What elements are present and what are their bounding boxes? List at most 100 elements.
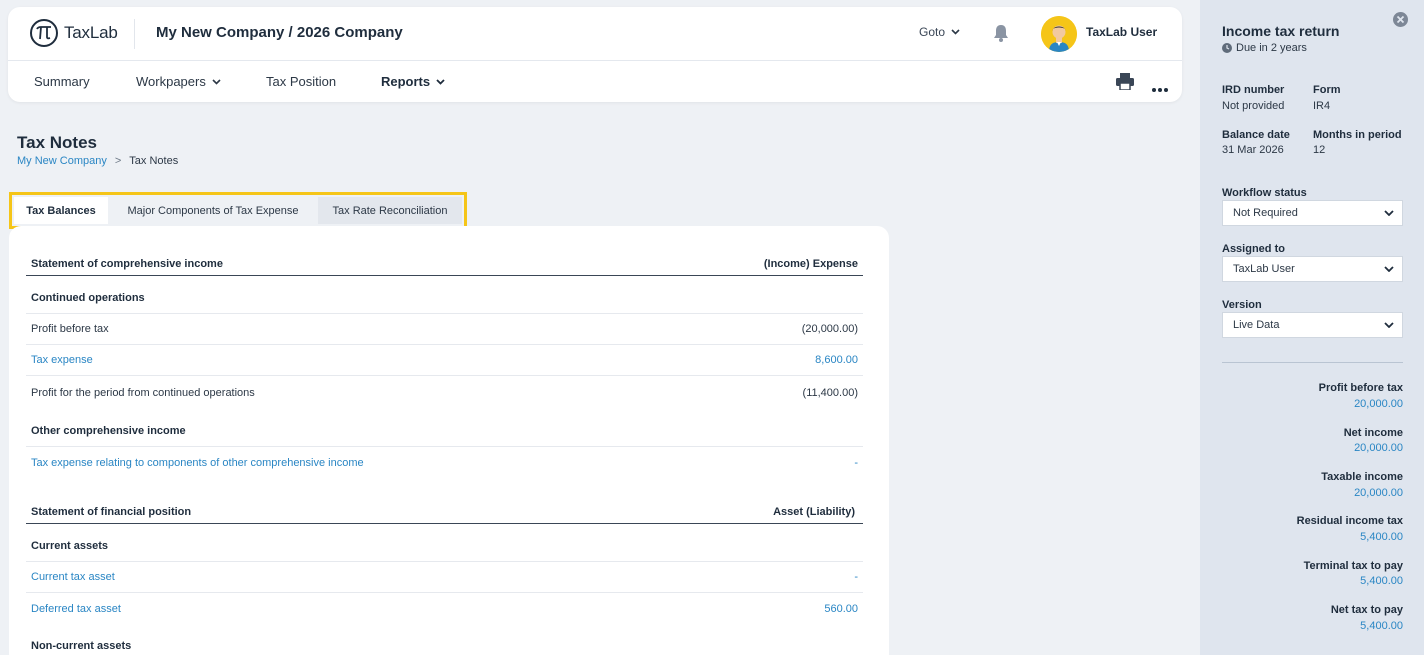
row-value: (20,000.00): [801, 323, 858, 335]
nav-bar: Summary Workpapers Tax Position Reports: [8, 61, 1182, 102]
group-label: Current assets: [31, 539, 109, 552]
row-label[interactable]: Tax expense relating to components of ot…: [31, 457, 364, 469]
table-row: Profit for the period from continued ope…: [26, 376, 863, 409]
company-title[interactable]: My New Company / 2026 Company: [156, 24, 403, 41]
tax-balances-card: Statement of comprehensive income (Incom…: [9, 226, 889, 655]
sfp-header-label: Statement of financial position: [31, 505, 192, 518]
top-bar: TaxLab My New Company / 2026 Company Got…: [8, 7, 1182, 61]
summary-value[interactable]: 20,000.00: [1354, 442, 1403, 454]
version-select[interactable]: Live Data: [1222, 312, 1403, 338]
panel-title: Income tax return: [1222, 23, 1340, 39]
summary-value[interactable]: 5,400.00: [1360, 620, 1403, 632]
table-header-sci: Statement of comprehensive income (Incom…: [26, 252, 863, 276]
group-label: Non-current assets: [31, 639, 132, 652]
row-label[interactable]: Current tax asset: [31, 571, 115, 583]
nav-summary-label: Summary: [34, 74, 90, 89]
due-text: Due in 2 years: [1236, 42, 1307, 54]
summary-label: Terminal tax to pay: [1303, 560, 1403, 572]
nav-tax-position[interactable]: Tax Position: [266, 74, 336, 89]
ird-value: Not provided: [1222, 100, 1285, 112]
form-value: IR4: [1313, 100, 1331, 112]
sci-header-value: (Income) Expense: [763, 257, 858, 270]
bell-icon[interactable]: [992, 23, 1010, 48]
goto-dropdown[interactable]: Goto: [919, 25, 960, 39]
row-value: (11,400.00): [802, 386, 858, 399]
table-spacer: [26, 478, 863, 500]
table-row: Profit before tax (20,000.00): [26, 314, 863, 345]
page-title: Tax Notes: [17, 133, 97, 152]
workflow-status-value: Not Required: [1233, 207, 1298, 219]
group-label: Other comprehensive income: [31, 424, 186, 437]
balance-date-value: 31 Mar 2026: [1222, 144, 1284, 156]
summary-label: Profit before tax: [1318, 382, 1403, 394]
print-icon[interactable]: [1116, 73, 1134, 95]
version-label: Version: [1222, 299, 1262, 311]
nav-tax-position-label: Tax Position: [266, 74, 337, 89]
table-row[interactable]: Tax expense 8,600.00: [26, 345, 863, 376]
chevron-down-icon: [951, 29, 960, 35]
row-label: Profit for the period from continued ope…: [31, 386, 255, 399]
chevron-down-icon: [1384, 210, 1394, 216]
summary-value[interactable]: 20,000.00: [1354, 487, 1403, 499]
ird-label: IRD number: [1222, 84, 1285, 96]
workflow-status-select[interactable]: Not Required: [1222, 200, 1403, 226]
user-name[interactable]: TaxLab User: [1086, 25, 1157, 39]
chevron-down-icon: [436, 78, 445, 85]
group-other-comprehensive-income: Other comprehensive income: [26, 409, 863, 447]
summary-value[interactable]: 5,400.00: [1360, 575, 1403, 587]
form-label: Form: [1313, 84, 1341, 96]
row-value[interactable]: 560.00: [824, 603, 858, 615]
row-label[interactable]: Deferred tax asset: [31, 603, 121, 615]
tab-tax-rate-reconciliation[interactable]: Tax Rate Reconciliation: [318, 197, 462, 224]
table-row[interactable]: Deferred tax asset 560.00: [26, 593, 863, 624]
chevron-down-icon: [212, 78, 221, 85]
nav-workpapers-label: Workpapers: [136, 74, 206, 89]
tax-balances-table: Statement of comprehensive income (Incom…: [26, 252, 863, 655]
group-label: Continued operations: [31, 291, 145, 304]
table-row[interactable]: Tax expense relating to components of ot…: [26, 447, 863, 478]
close-icon[interactable]: [1393, 12, 1408, 32]
row-value[interactable]: -: [854, 457, 858, 469]
tab-major-components[interactable]: Major Components of Tax Expense: [108, 197, 318, 224]
logo-text: TaxLab: [64, 23, 118, 42]
summary-value[interactable]: 5,400.00: [1360, 531, 1403, 543]
summary-label: Net income: [1343, 427, 1403, 439]
row-label: Profit before tax: [31, 323, 109, 335]
row-label[interactable]: Tax expense: [31, 354, 93, 366]
nav-summary[interactable]: Summary: [34, 74, 90, 89]
nav-reports[interactable]: Reports: [381, 74, 445, 89]
breadcrumb-parent[interactable]: My New Company: [17, 155, 107, 167]
row-value[interactable]: 8,600.00: [815, 354, 858, 366]
months-value: 12: [1313, 144, 1326, 156]
goto-label: Goto: [919, 25, 946, 39]
taxlab-logo-icon: [30, 19, 58, 47]
version-value: Live Data: [1233, 319, 1280, 331]
breadcrumb-separator: >: [114, 155, 122, 167]
nav-reports-label: Reports: [381, 74, 431, 89]
sci-header-label: Statement of comprehensive income: [31, 257, 223, 270]
table-row[interactable]: Current tax asset -: [26, 562, 863, 593]
row-value[interactable]: -: [854, 571, 858, 583]
workflow-status-label: Workflow status: [1222, 187, 1307, 199]
header-divider: [134, 19, 135, 49]
summary-label: Residual income tax: [1296, 515, 1403, 527]
summary-label: Taxable income: [1321, 471, 1403, 483]
breadcrumb-current: Tax Notes: [129, 155, 179, 167]
tab-tax-balances[interactable]: Tax Balances: [14, 197, 108, 224]
group-non-current-assets: Non-current assets: [26, 624, 863, 655]
more-icon[interactable]: [1152, 79, 1168, 97]
summary-value[interactable]: 20,000.00: [1354, 398, 1403, 410]
table-header-sfp: Statement of financial position Asset (L…: [26, 500, 863, 524]
clock-icon: [1222, 43, 1232, 53]
panel-divider: [1222, 362, 1403, 363]
assigned-to-value: TaxLab User: [1233, 263, 1295, 275]
group-current-assets: Current assets: [26, 524, 863, 562]
sfp-header-value: Asset (Liability): [773, 505, 855, 518]
months-label: Months in period: [1313, 129, 1402, 141]
summary-label: Net tax to pay: [1330, 604, 1403, 616]
avatar[interactable]: [1041, 16, 1077, 52]
nav-workpapers[interactable]: Workpapers: [136, 74, 221, 89]
assigned-to-select[interactable]: TaxLab User: [1222, 256, 1403, 282]
logo[interactable]: TaxLab: [30, 19, 118, 47]
panel-due: Due in 2 years: [1222, 42, 1307, 54]
